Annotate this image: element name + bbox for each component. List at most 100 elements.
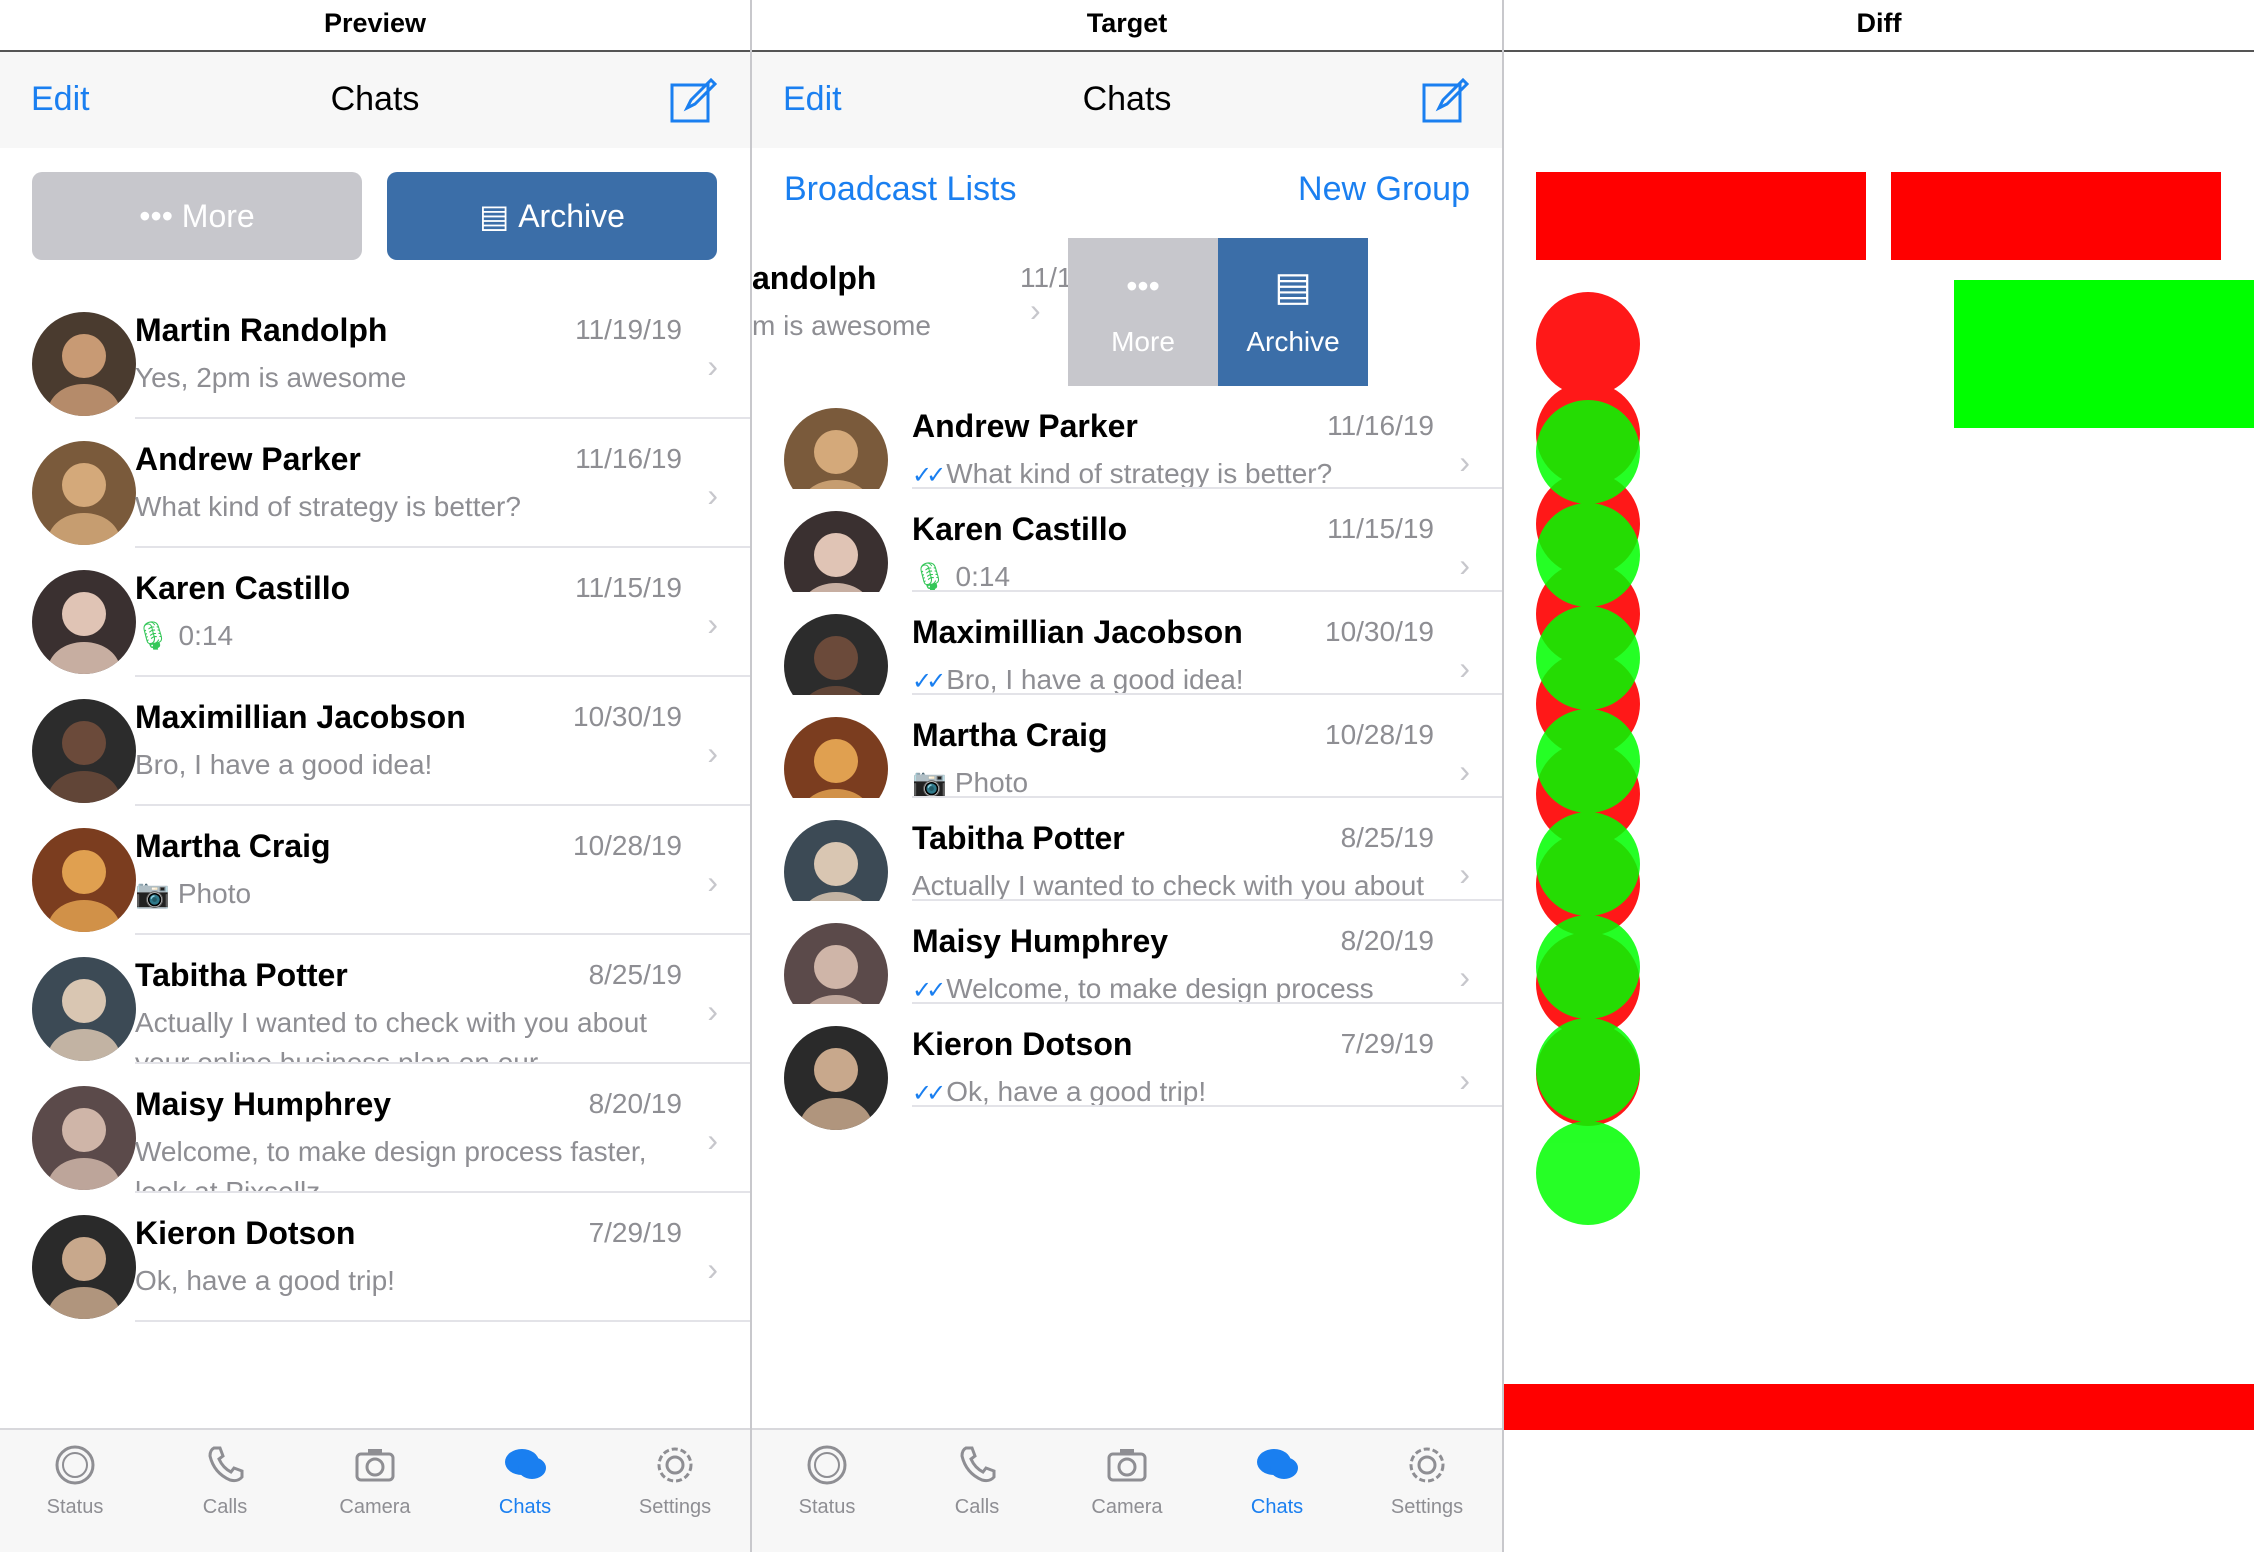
chat-row[interactable]: Kieron Dotson 7/29/19 Ok, have a good tr…: [0, 1193, 750, 1322]
chat-date: 11/16/19: [575, 443, 682, 474]
broadcast-lists-link[interactable]: Broadcast Lists: [784, 170, 1016, 209]
chat-name: Maximillian Jacobson: [912, 614, 1243, 650]
chat-row[interactable]: Martha Craig 10/28/19 📷 Photo ›: [0, 806, 750, 935]
more-label: More: [181, 198, 255, 234]
archive-icon: ▤: [1274, 265, 1312, 309]
chat-list: Martin Randolph 11/19/19 Yes, 2pm is awe…: [0, 290, 750, 1430]
tab-label: Calls: [202, 1496, 248, 1518]
chat-row[interactable]: Karen Castillo 11/15/19 🎙 0:14 ›: [752, 489, 1502, 615]
panel-title: Target: [752, 0, 1502, 52]
chat-name: Andrew Parker: [135, 441, 361, 477]
compose-icon[interactable]: [1421, 76, 1471, 126]
new-group-link[interactable]: New Group: [1298, 170, 1470, 209]
diff-overlay: [1504, 52, 2254, 1552]
chat-date: 8/25/19: [588, 959, 682, 990]
message-text: Yes, 2pm is awesome: [135, 362, 407, 393]
gear-icon: [657, 1447, 693, 1483]
chat-row[interactable]: Karen Castillo 11/15/19 🎙 0:14 ›: [0, 548, 750, 677]
chat-row[interactable]: Maisy Humphrey 8/20/19 ✓✓ Welcome, to mak…: [752, 901, 1502, 1046]
chat-name: Tabitha Potter: [912, 820, 1125, 856]
divider: [135, 1320, 750, 1322]
more-button[interactable]: ••• More: [32, 172, 362, 260]
tab-bar: Status Calls Camera Chats Settings: [752, 1428, 1502, 1552]
panel-title: Diff: [1504, 0, 2254, 52]
tab-label: Camera: [339, 1496, 411, 1518]
archive-label: Archive: [518, 198, 625, 234]
tab-status[interactable]: Status: [752, 1440, 902, 1519]
nav-bar: Edit Chats: [752, 52, 1502, 148]
chat-name: Karen Castillo: [135, 570, 351, 606]
avatar: [32, 957, 136, 1061]
tab-status[interactable]: Status: [0, 1440, 150, 1519]
chat-row[interactable]: Martin Randolph 11/19/19 Yes, 2pm is awe…: [0, 290, 750, 419]
chat-name: Martha Craig: [135, 828, 331, 864]
tab-label: Chats: [498, 1496, 552, 1518]
message-text: 0:14: [955, 561, 1011, 592]
chat-message: Ok, have a good trip!: [135, 1261, 655, 1301]
chat-row[interactable]: Tabitha Potter 8/25/19 Actually I wanted…: [752, 798, 1502, 941]
camera-icon: 📷: [912, 767, 947, 798]
chat-name: Maisy Humphrey: [912, 923, 1169, 959]
chat-row[interactable]: Andrew Parker 11/16/19 ✓✓ What kind of st…: [752, 386, 1502, 512]
tab-chats[interactable]: Chats: [450, 1440, 600, 1519]
chevron-right-icon: ›: [1459, 959, 1470, 995]
tab-settings[interactable]: Settings: [600, 1440, 750, 1519]
page-title: Chats: [1082, 80, 1172, 118]
chat-name: Martha Craig: [912, 717, 1108, 753]
tab-calls[interactable]: Calls: [150, 1440, 300, 1519]
archive-action[interactable]: ▤ Archive: [1218, 238, 1368, 386]
avatar: [32, 828, 136, 932]
chat-date: 11/16/19: [1327, 410, 1434, 441]
chat-message: 📷 Photo: [135, 874, 655, 914]
chat-date: 8/20/19: [588, 1088, 682, 1119]
avatar: [32, 441, 136, 545]
chat-row[interactable]: Maximillian Jacobson 10/30/19 ✓✓ Bro, I h…: [752, 592, 1502, 718]
chat-date: 7/29/19: [1340, 1028, 1434, 1059]
more-label: More: [1111, 326, 1175, 357]
chevron-right-icon: ›: [1459, 856, 1470, 892]
target-panel: Target Edit Chats Broadcast Lists New Gr…: [752, 0, 1504, 1552]
chat-date: 11/15/19: [1327, 513, 1434, 544]
phone-icon: [960, 1446, 996, 1483]
chevron-right-icon: ›: [707, 1122, 718, 1158]
tab-settings[interactable]: Settings: [1352, 1440, 1502, 1519]
chat-date: 10/30/19: [1325, 616, 1434, 647]
compose-icon[interactable]: [669, 76, 719, 126]
chat-row[interactable]: Martha Craig 10/28/19 📷 Photo ›: [752, 695, 1502, 821]
archive-button[interactable]: ▤ Archive: [387, 172, 717, 260]
tab-label: Status: [798, 1496, 856, 1518]
tab-camera[interactable]: Camera: [1052, 1440, 1202, 1519]
message-text: Photo: [954, 767, 1029, 798]
chevron-right-icon: ›: [1030, 292, 1041, 328]
chat-name: Andrew Parker: [912, 408, 1138, 444]
chat-date: 10/30/19: [573, 701, 682, 732]
chats-icon: [1257, 1449, 1298, 1479]
gear-icon: [1409, 1447, 1445, 1483]
chat-row[interactable]: Maisy Humphrey 8/20/19 Welcome, to make …: [0, 1064, 750, 1207]
chat-message: Bro, I have a good idea!: [135, 745, 655, 785]
more-action[interactable]: ••• More: [1068, 238, 1218, 386]
chat-row[interactable]: Maximillian Jacobson 10/30/19 Bro, I hav…: [0, 677, 750, 806]
chat-list: andolph 11/19/19 m is awesome › ••• More…: [752, 238, 1502, 1430]
chat-name: Tabitha Potter: [135, 957, 348, 993]
message-text: Photo: [177, 878, 252, 909]
tab-bar: Status Calls Camera Chats Settings: [0, 1428, 750, 1552]
chats-icon: [505, 1449, 546, 1479]
chat-row[interactable]: Andrew Parker 11/16/19 What kind of stra…: [0, 419, 750, 548]
action-bar: ••• More ▤ Archive: [0, 148, 750, 260]
chat-message: Yes, 2pm is awesome: [135, 358, 655, 398]
swiped-chat-row[interactable]: andolph 11/19/19 m is awesome › ••• More…: [752, 238, 1502, 386]
tab-chats[interactable]: Chats: [1202, 1440, 1352, 1519]
mic-icon: 🎙: [912, 561, 948, 592]
chat-row[interactable]: Tabitha Potter 8/25/19 Actually I wanted…: [0, 935, 750, 1078]
tab-camera[interactable]: Camera: [300, 1440, 450, 1519]
mic-icon: 🎙: [135, 620, 171, 651]
chat-date: 8/25/19: [1340, 822, 1434, 853]
chevron-right-icon: ›: [1459, 650, 1470, 686]
chat-row[interactable]: Kieron Dotson 7/29/19 ✓✓ Ok, have a good …: [752, 1004, 1502, 1130]
chevron-right-icon: ›: [707, 348, 718, 384]
tab-calls[interactable]: Calls: [902, 1440, 1052, 1519]
panel-title: Preview: [0, 0, 750, 52]
chevron-right-icon: ›: [707, 735, 718, 771]
chat-date: 11/19/19: [575, 314, 682, 345]
